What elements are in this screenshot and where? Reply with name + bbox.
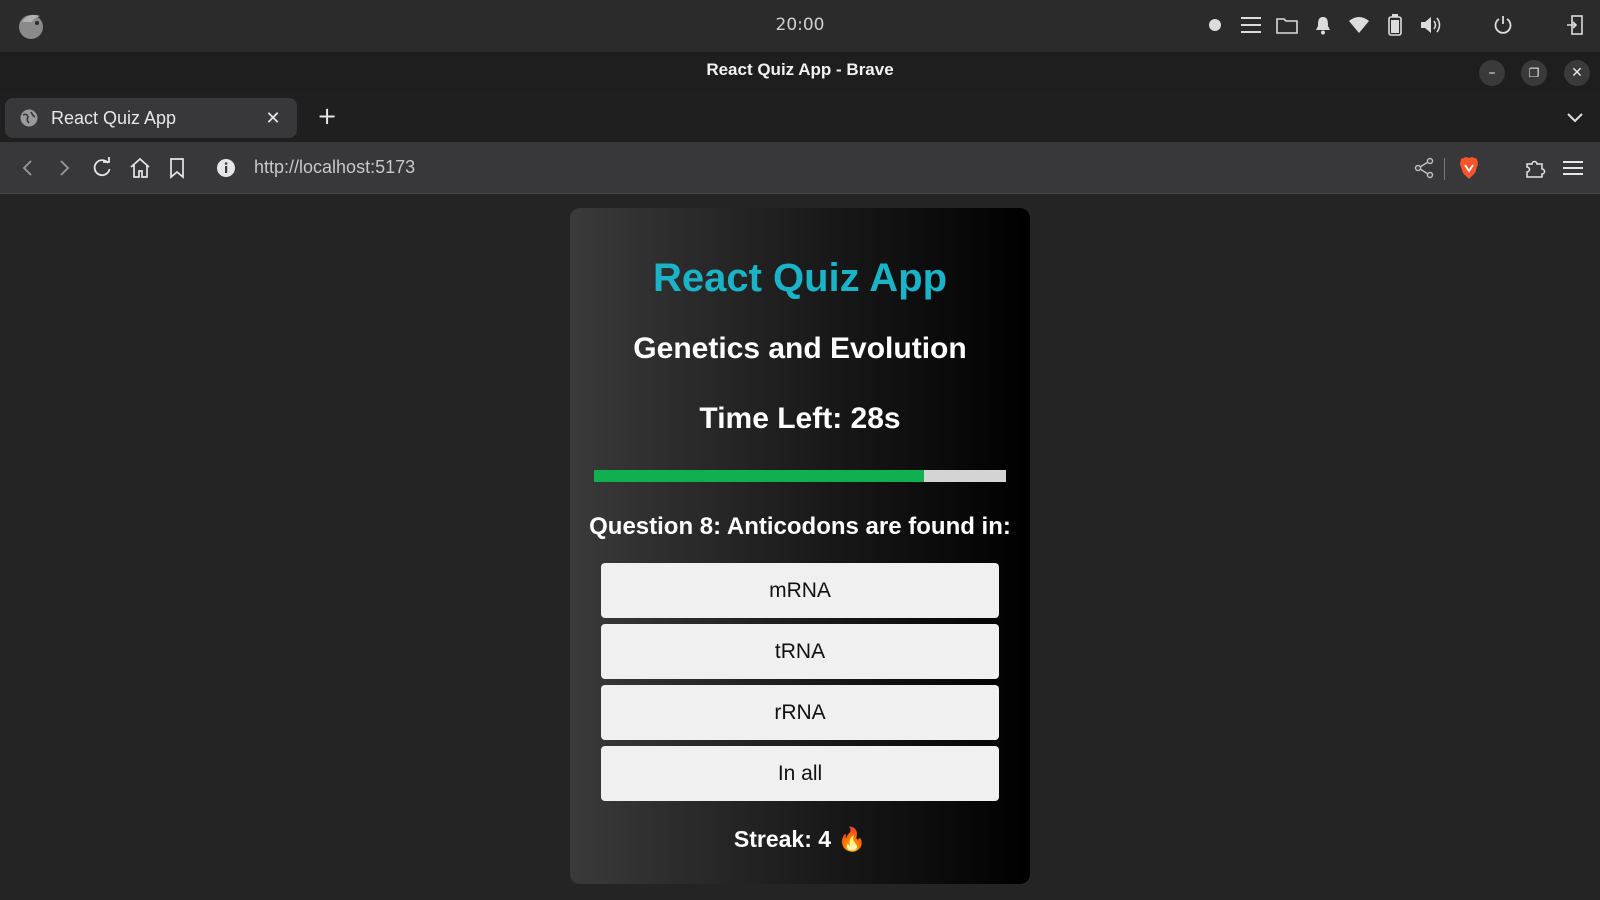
forward-icon[interactable] (52, 156, 76, 180)
globe-icon (20, 109, 38, 127)
streak-counter: Streak: 4 🔥 (733, 826, 867, 852)
record-dot-icon[interactable] (1204, 14, 1226, 36)
folder-icon[interactable] (1276, 14, 1298, 36)
answer-option-button[interactable]: tRNA (601, 624, 999, 679)
page-viewport: React Quiz App Genetics and Evolution Ti… (0, 195, 1600, 900)
back-icon[interactable] (16, 156, 40, 180)
close-window-button[interactable]: ✕ (1564, 60, 1590, 86)
timer-progress-bar (594, 470, 1006, 482)
bookmark-icon[interactable] (165, 156, 189, 180)
logout-icon[interactable] (1564, 14, 1586, 36)
new-tab-button[interactable]: + (313, 102, 341, 130)
power-icon[interactable] (1492, 14, 1514, 36)
share-icon[interactable] (1412, 156, 1436, 180)
volume-icon[interactable] (1420, 14, 1442, 36)
chevron-down-icon[interactable] (1564, 106, 1586, 128)
address-bar[interactable]: http://localhost:5173 (254, 157, 415, 178)
answer-option-button[interactable]: rRNA (601, 685, 999, 740)
menu-icon[interactable] (1561, 156, 1585, 180)
app-title: React Quiz App (652, 256, 948, 300)
quiz-card: React Quiz App Genetics and Evolution Ti… (570, 208, 1030, 884)
extensions-icon[interactable] (1523, 156, 1547, 180)
quiz-topic: Genetics and Evolution (633, 332, 967, 365)
minimize-button[interactable]: – (1479, 60, 1505, 86)
timer-text: Time Left: 28s (699, 402, 901, 435)
answer-option-button[interactable]: mRNA (601, 563, 999, 618)
home-icon[interactable] (128, 156, 152, 180)
wifi-icon[interactable] (1348, 14, 1370, 36)
reload-icon[interactable] (90, 156, 114, 180)
timer-progress-fill (594, 470, 924, 482)
tab-label: React Quiz App (51, 107, 177, 128)
menu-lines-icon[interactable] (1240, 14, 1262, 36)
toolbar-divider (1444, 158, 1445, 180)
system-tray (1204, 14, 1586, 36)
browser-toolbar: http://localhost:5173 (0, 142, 1600, 194)
window-title: React Quiz App - Brave (706, 60, 894, 79)
restore-button[interactable]: ❐ (1521, 60, 1547, 86)
answer-option-button[interactable]: In all (601, 746, 999, 801)
battery-icon[interactable] (1384, 14, 1406, 36)
tab-close-button[interactable]: ✕ (263, 108, 283, 129)
answer-options: mRNA tRNA rRNA In all (601, 563, 999, 807)
brave-shields-icon[interactable] (1457, 156, 1481, 180)
site-info-icon[interactable] (214, 156, 238, 180)
tab-strip: React Quiz App ✕ + (0, 92, 1600, 142)
window-title-bar[interactable]: React Quiz App - Brave – ❐ ✕ (0, 52, 1600, 92)
question-text: Question 8: Anticodons are found in: (589, 513, 1011, 540)
bell-icon[interactable] (1312, 14, 1334, 36)
tab-react-quiz-app[interactable]: React Quiz App ✕ (5, 98, 297, 138)
os-top-bar: 20:00 (0, 0, 1600, 52)
